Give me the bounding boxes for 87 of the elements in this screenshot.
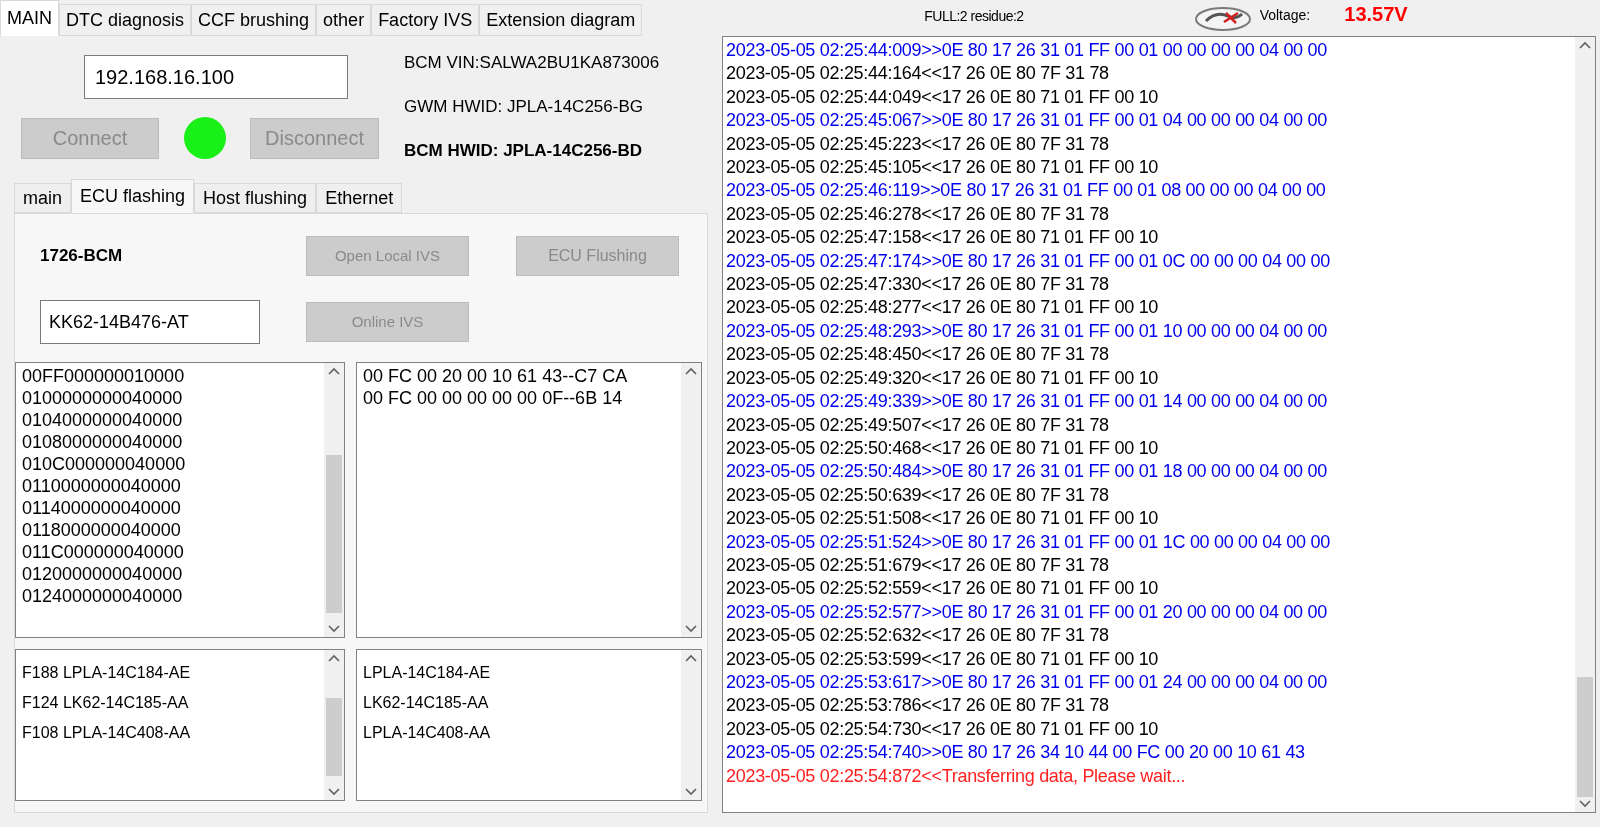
scrollbar[interactable] (1575, 37, 1595, 812)
info-text: BCM HWID: JPLA-14C256-BD (404, 141, 644, 161)
log-line: 2023-05-05 02:25:51:524>>0E 80 17 26 31 01 FF 00 01 1C 00 00 00 04 00 00 (726, 530, 1331, 554)
checksum-list[interactable]: 00 FC 00 20 00 10 61 43--C7 CA 00 FC 00 00 00 00 00 0F--6B 14 (356, 362, 702, 638)
log-line: 2023-05-05 02:25:49:507<<17 26 0E 80 7F 31 78 (726, 413, 1110, 437)
scroll-up-icon[interactable] (685, 367, 697, 375)
scroll-down-icon[interactable] (328, 625, 340, 633)
scrollbar[interactable] (324, 363, 344, 637)
scrollbar-thumb[interactable] (1577, 677, 1593, 797)
part-list[interactable]: LPLA-14C184-AE LK62-14C185-AA LPLA-14C408-AA (356, 649, 702, 801)
scroll-up-icon[interactable] (328, 367, 340, 375)
log-line: 2023-05-05 02:25:54:730<<17 26 0E 80 71 01 FF 00 10 (726, 717, 1160, 741)
log-line: 2023-05-05 02:25:46:119>>0E 80 17 26 31 01 FF 00 01 08 00 00 00 04 00 00 (726, 179, 1327, 203)
log-line: 2023-05-05 02:25:54:872<<Transferring data, Please wait... (726, 764, 1187, 788)
tab[interactable]: DTC diagnosis (59, 4, 192, 36)
list-item[interactable]: 00FF000000010000 (22, 365, 318, 387)
tab[interactable]: ECU flashing (71, 179, 195, 213)
log-line: 2023-05-05 02:25:47:174>>0E 80 17 26 31 01 FF 00 01 0C 00 00 00 04 00 00 (726, 249, 1331, 273)
list-item[interactable]: 0124000000040000 (22, 585, 318, 607)
scrollbar-thumb[interactable] (326, 698, 342, 776)
scroll-down-icon[interactable] (1579, 800, 1591, 808)
tab[interactable]: Factory IVS (371, 4, 480, 36)
log-line: 2023-05-05 02:25:47:158<<17 26 0E 80 71 01 FF 00 10 (726, 226, 1160, 250)
part-number-field[interactable]: KK62-14B476-AT (40, 300, 260, 344)
list-item[interactable]: 0114000000040000 (22, 497, 318, 519)
tab[interactable]: Host flushing (194, 183, 317, 213)
tab[interactable]: MAIN (0, 0, 59, 36)
list-item[interactable]: 0100000000040000 (22, 387, 318, 409)
log-line: 2023-05-05 02:25:50:468<<17 26 0E 80 71 01 FF 00 10 (726, 436, 1160, 460)
tab[interactable]: Extension diagram (479, 4, 643, 36)
log-line: 2023-05-05 02:25:51:508<<17 26 0E 80 71 01 FF 00 10 (726, 507, 1160, 531)
module-label: 1726-BCM (40, 245, 124, 268)
log-line: 2023-05-05 02:25:50:484>>0E 80 17 26 31 01 FF 00 01 18 00 00 00 04 00 00 (726, 460, 1328, 484)
scroll-down-icon[interactable] (328, 788, 340, 796)
list-item[interactable]: 00 FC 00 20 00 10 61 43--C7 CA (363, 365, 675, 387)
list-item[interactable]: 0120000000040000 (22, 563, 318, 585)
log-line: 2023-05-05 02:25:48:293>>0E 80 17 26 31 01 FF 00 01 10 00 00 00 04 00 00 (726, 319, 1328, 343)
voltage-label: Voltage: (1259, 6, 1311, 25)
log-line: 2023-05-05 02:25:52:577>>0E 80 17 26 31 01 FF 00 01 20 00 00 00 04 00 00 (726, 600, 1328, 624)
list-item[interactable]: 0104000000040000 (22, 409, 318, 431)
log-line: 2023-05-05 02:25:53:786<<17 26 0E 80 7F 31 78 (726, 694, 1110, 718)
log-line: 2023-05-05 02:25:54:740>>0E 80 17 26 34 10 44 00 FC 00 20 00 10 61 43 (726, 741, 1306, 765)
tab[interactable]: Ethernet (316, 183, 403, 213)
log-line: 2023-05-05 02:25:53:599<<17 26 0E 80 71 01 FF 00 10 (726, 647, 1160, 671)
scrollbar[interactable] (681, 650, 701, 800)
log-line: 2023-05-05 02:25:45:067>>0E 80 17 26 31 01 FF 00 01 04 00 00 00 04 00 00 (726, 109, 1328, 133)
log-line: 2023-05-05 02:25:53:617>>0E 80 17 26 31 01 FF 00 01 24 00 00 00 04 00 00 (726, 670, 1328, 694)
log-line: 2023-05-05 02:25:45:223<<17 26 0E 80 7F 31 78 (726, 132, 1110, 156)
list-item[interactable]: 0110000000040000 (22, 475, 318, 497)
list-item[interactable]: 011C000000040000 (22, 541, 318, 563)
list-item[interactable]: 00 FC 00 00 00 00 00 0F--6B 14 (363, 387, 675, 409)
scroll-up-icon[interactable] (685, 654, 697, 662)
tab[interactable]: other (316, 4, 372, 36)
scroll-up-icon[interactable] (328, 654, 340, 662)
log-line: 2023-05-05 02:25:50:639<<17 26 0E 80 7F 31 78 (726, 483, 1110, 507)
log-line: 2023-05-05 02:25:47:330<<17 26 0E 80 7F 31 78 (726, 273, 1110, 297)
tab[interactable]: main (14, 183, 71, 213)
log-line: 2023-05-05 02:25:48:450<<17 26 0E 80 7F 31 78 (726, 343, 1110, 367)
list-item[interactable]: 010C000000040000 (22, 453, 318, 475)
oval-logo-icon (1193, 6, 1252, 32)
log-line: 2023-05-05 02:25:44:049<<17 26 0E 80 71 01 FF 00 10 (726, 85, 1160, 109)
log-line: 2023-05-05 02:25:52:632<<17 26 0E 80 7F 31 78 (726, 624, 1110, 648)
block-list[interactable]: 00FF000000010000 0100000000040000 0104000000040000 0108000000040000 010C000000040000 0110000000040000 0114000000040000 0118000000040000 011C000000040000 0120000000040000 0124000000040000 (15, 362, 345, 638)
scroll-down-icon[interactable] (685, 788, 697, 796)
log-line: 2023-05-05 02:25:49:339>>0E 80 17 26 31 01 FF 00 01 14 00 00 00 04 00 00 (726, 390, 1328, 414)
info-text: GWM HWID: JPLA-14C256-BG (404, 97, 644, 117)
log-line: 2023-05-05 02:25:49:320<<17 26 0E 80 71 01 FF 00 10 (726, 366, 1160, 390)
scrollbar-thumb[interactable] (326, 455, 342, 613)
ip-address-field[interactable]: 192.168.16.100 (84, 55, 348, 99)
log-line: 2023-05-05 02:25:44:009>>0E 80 17 26 31 01 FF 00 01 00 00 00 00 04 00 00 (726, 39, 1328, 62)
list-item[interactable]: 0118000000040000 (22, 519, 318, 541)
list-item[interactable]: 0108000000040000 (22, 431, 318, 453)
scrollbar[interactable] (681, 363, 701, 637)
scroll-down-icon[interactable] (685, 625, 697, 633)
scroll-up-icon[interactable] (1579, 41, 1591, 49)
log-line: 2023-05-05 02:25:52:559<<17 26 0E 80 71 01 FF 00 10 (726, 577, 1160, 601)
voltage-value: 13.57V (1344, 2, 1408, 27)
tab[interactable]: CCF brushing (191, 4, 317, 36)
log-line: 2023-05-05 02:25:46:278<<17 26 0E 80 7F 31 78 (726, 202, 1110, 226)
did-list[interactable]: F188 LPLA-14C184-AE F124 LK62-14C185-AA F108 LPLA-14C408-AA (15, 649, 345, 801)
counts-text: FULL:2 residue:2 (924, 7, 1024, 26)
log-line: 2023-05-05 02:25:51:679<<17 26 0E 80 7F 31 78 (726, 553, 1110, 577)
log-line: 2023-05-05 02:25:48:277<<17 26 0E 80 71 01 FF 00 10 (726, 296, 1160, 320)
log-line: 2023-05-05 02:25:44:164<<17 26 0E 80 7F 31 78 (726, 62, 1110, 86)
log-line: 2023-05-05 02:25:45:105<<17 26 0E 80 71 01 FF 00 10 (726, 156, 1160, 180)
info-text: BCM VIN:SALWA2BU1KA873006 (404, 53, 660, 73)
scrollbar[interactable] (324, 650, 344, 800)
